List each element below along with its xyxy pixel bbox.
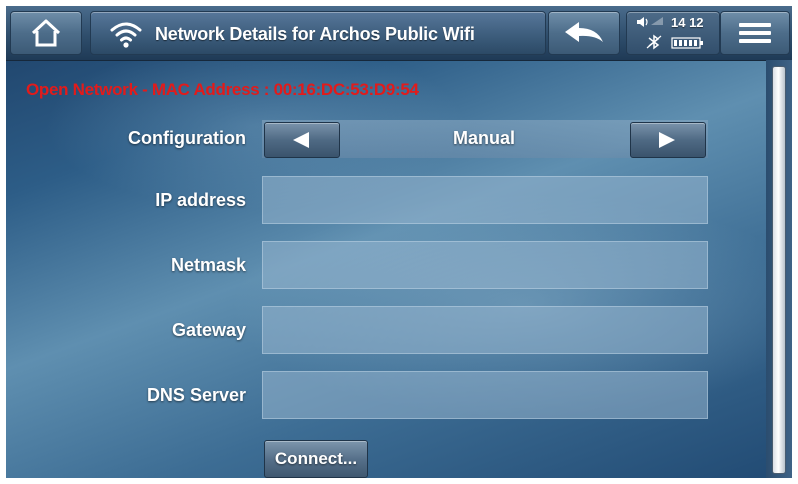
configuration-value: Manual — [452, 128, 515, 148]
gateway-field[interactable] — [262, 306, 708, 354]
wifi-icon — [110, 22, 142, 48]
clock: 14 12 — [671, 15, 704, 30]
scrollbar-thumb[interactable] — [772, 66, 786, 474]
home-icon — [31, 19, 61, 47]
title-bar: Network Details for Archos Public Wifi — [90, 11, 546, 55]
netmask-label: Netmask — [170, 255, 246, 275]
top-bar: Network Details for Archos Public Wifi 1… — [6, 6, 792, 61]
dns-server-field[interactable] — [262, 371, 708, 419]
ip-address-label: IP address — [155, 190, 246, 210]
menu-icon — [739, 23, 771, 43]
page-title: Network Details for Archos Public Wifi — [155, 24, 475, 44]
configuration-label: Configuration — [128, 128, 246, 148]
bluetooth-icon — [646, 34, 662, 50]
menu-button[interactable] — [720, 11, 790, 55]
volume-icon — [637, 17, 663, 27]
screen: Network Details for Archos Public Wifi 1… — [6, 6, 792, 478]
dns-server-label: DNS Server — [146, 385, 246, 405]
arrow-right-icon — [659, 132, 675, 148]
configuration-prev-button[interactable] — [264, 122, 340, 158]
gateway-label: Gateway — [171, 320, 246, 340]
arrow-left-icon — [293, 132, 309, 148]
connect-button[interactable]: Connect... — [264, 440, 368, 478]
back-button[interactable] — [548, 11, 620, 55]
scrollbar[interactable] — [766, 60, 792, 478]
configuration-next-button[interactable] — [630, 122, 706, 158]
battery-icon — [671, 37, 703, 49]
home-button[interactable] — [10, 11, 82, 55]
ip-address-field[interactable] — [262, 176, 708, 224]
back-icon — [565, 22, 603, 42]
status-area: 14 12 — [626, 11, 720, 55]
netmask-field[interactable] — [262, 241, 708, 289]
mac-address-info: Open Network - MAC Address : 00:16:DC:53… — [26, 80, 419, 99]
